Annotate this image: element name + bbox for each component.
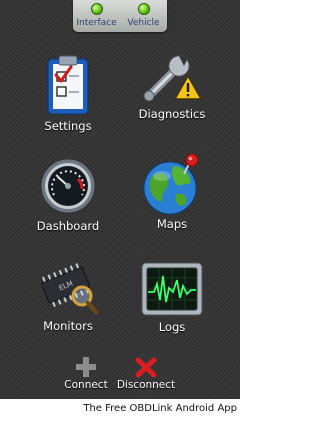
gauge-icon	[40, 158, 96, 214]
plus-icon	[76, 357, 96, 377]
dashboard-label: Dashboard	[36, 219, 100, 233]
monitors-button[interactable]: ELM Monitors	[8, 260, 128, 333]
vehicle-status-label: Vehicle	[127, 18, 160, 28]
settings-label: Settings	[44, 119, 92, 133]
vehicle-status: Vehicle	[120, 3, 167, 28]
monitors-label: Monitors	[43, 319, 93, 333]
oscilloscope-icon	[141, 262, 203, 316]
caption-text: The Free OBDLink Android App	[83, 403, 237, 414]
clipboard-checklist-icon	[47, 55, 89, 115]
status-panel: Interface Vehicle	[73, 0, 167, 32]
settings-button[interactable]: Settings	[8, 54, 128, 133]
app-screen: Interface Vehicle Settings Diagnostics D…	[0, 0, 240, 399]
diagnostics-label: Diagnostics	[138, 107, 206, 121]
vehicle-led-icon	[137, 3, 150, 15]
wrench-warning-icon	[143, 55, 203, 102]
maps-label: Maps	[156, 217, 188, 231]
interface-led-icon	[90, 3, 103, 15]
x-icon	[135, 357, 157, 378]
interface-status-label: Interface	[76, 18, 117, 28]
logs-button[interactable]: Logs	[112, 262, 232, 334]
disconnect-button[interactable]: Disconnect	[111, 357, 181, 391]
diagnostics-button[interactable]: Diagnostics	[112, 52, 232, 121]
logs-label: Logs	[158, 320, 186, 334]
globe-pin-icon	[143, 153, 199, 215]
disconnect-label: Disconnect	[116, 379, 176, 391]
chip-magnifier-icon: ELM	[41, 263, 98, 314]
dashboard-button[interactable]: Dashboard	[8, 157, 128, 233]
maps-button[interactable]: Maps	[112, 152, 232, 231]
interface-status: Interface	[73, 3, 120, 28]
